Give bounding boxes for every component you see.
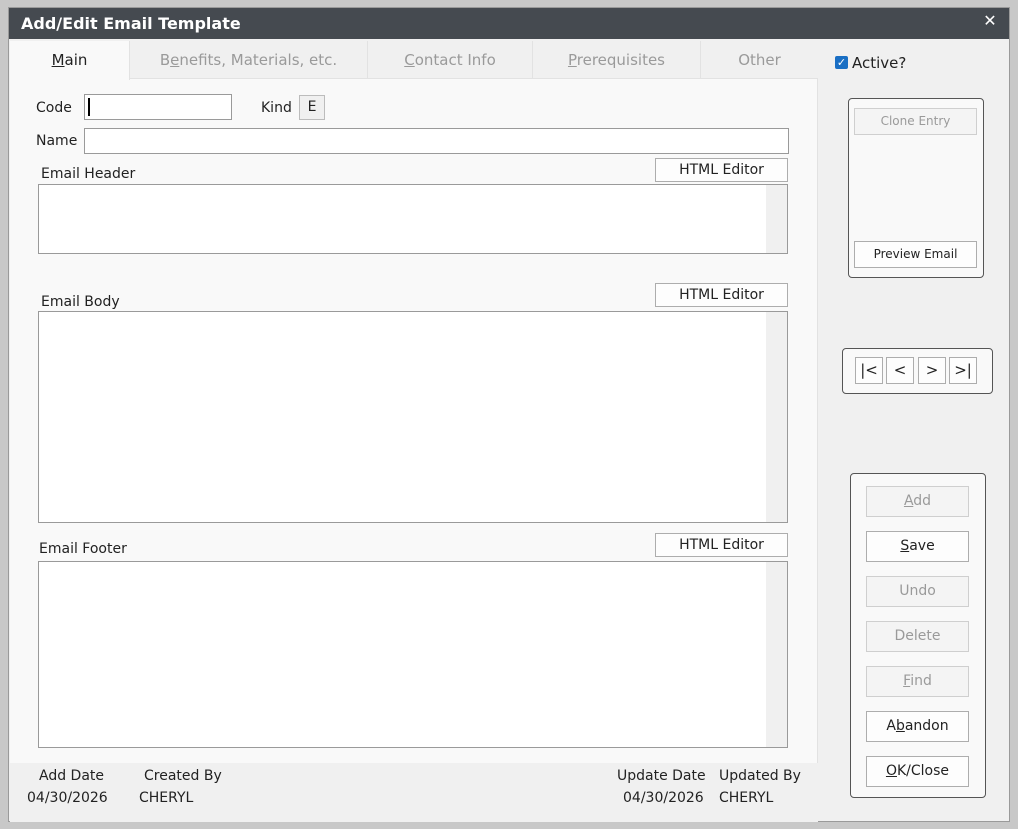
email-body-label: Email Body: [41, 294, 120, 310]
add-date-label: Add Date: [39, 768, 105, 784]
kind-label: Kind: [261, 100, 292, 116]
save-button[interactable]: Save: [866, 531, 969, 562]
name-label: Name: [36, 133, 78, 149]
body-html-editor-button[interactable]: HTML Editor: [655, 283, 788, 307]
window-frame: Add/Edit Email Template ✕ Main Benefits,…: [0, 0, 1018, 829]
close-icon[interactable]: ✕: [981, 12, 999, 30]
email-header-textarea[interactable]: [38, 184, 788, 254]
ok-close-button[interactable]: OK/Close: [866, 756, 969, 787]
active-label: Active?: [852, 54, 907, 72]
find-button[interactable]: Find: [866, 666, 969, 697]
tab-benefits-materials[interactable]: Benefits, Materials, etc.: [130, 41, 368, 79]
update-date-value: 04/30/2026: [623, 790, 704, 806]
email-footer-textarea[interactable]: [38, 561, 788, 748]
email-body-textarea[interactable]: [38, 311, 788, 523]
tab-contact-info[interactable]: Contact Info: [368, 41, 533, 79]
actions-panel: Add Save Undo Delete Find Abandon OK/Clo…: [850, 473, 986, 798]
undo-button[interactable]: Undo: [866, 576, 969, 607]
tab-strip: Main Benefits, Materials, etc. Contact I…: [10, 41, 818, 80]
abandon-button[interactable]: Abandon: [866, 711, 969, 742]
footer-scrollbar[interactable]: [766, 562, 787, 747]
created-by-value: CHERYL: [139, 790, 194, 806]
update-date-label: Update Date: [617, 768, 706, 784]
text-caret: [88, 98, 90, 116]
tab-prerequisites[interactable]: Prerequisites: [533, 41, 701, 79]
tab-main[interactable]: Main: [10, 41, 130, 80]
clone-entry-button[interactable]: Clone Entry: [854, 108, 977, 135]
tab-other[interactable]: Other: [701, 41, 818, 79]
name-input[interactable]: [84, 128, 789, 154]
body-scrollbar[interactable]: [766, 312, 787, 522]
record-navigation-panel: |< < > >|: [842, 348, 993, 394]
main-panel: Main Benefits, Materials, etc. Contact I…: [10, 41, 818, 763]
updated-by-label: Updated By: [719, 768, 801, 784]
delete-button[interactable]: Delete: [866, 621, 969, 652]
created-by-label: Created By: [144, 768, 222, 784]
preview-email-button[interactable]: Preview Email: [854, 241, 977, 268]
entry-tools-panel: Clone Entry Preview Email: [848, 98, 984, 278]
nav-first-button[interactable]: |<: [855, 357, 883, 384]
code-label: Code: [36, 100, 72, 116]
nav-last-button[interactable]: >|: [949, 357, 977, 384]
nav-next-button[interactable]: >: [918, 357, 946, 384]
dialog-window: Add/Edit Email Template ✕ Main Benefits,…: [8, 7, 1010, 822]
active-checkbox[interactable]: ✓: [835, 56, 848, 69]
footer-html-editor-button[interactable]: HTML Editor: [655, 533, 788, 557]
nav-prev-button[interactable]: <: [886, 357, 914, 384]
audit-footer: Add Date 04/30/2026 Created By CHERYL Up…: [10, 763, 818, 822]
header-html-editor-button[interactable]: HTML Editor: [655, 158, 788, 182]
window-title: Add/Edit Email Template: [21, 14, 241, 33]
code-input[interactable]: [84, 94, 232, 120]
updated-by-value: CHERYL: [719, 790, 774, 806]
add-button[interactable]: Add: [866, 486, 969, 517]
kind-field: E: [299, 95, 325, 120]
header-scrollbar[interactable]: [766, 185, 787, 253]
title-bar: Add/Edit Email Template ✕: [9, 8, 1009, 39]
add-date-value: 04/30/2026: [27, 790, 108, 806]
email-header-label: Email Header: [41, 166, 136, 182]
email-footer-label: Email Footer: [39, 541, 127, 557]
